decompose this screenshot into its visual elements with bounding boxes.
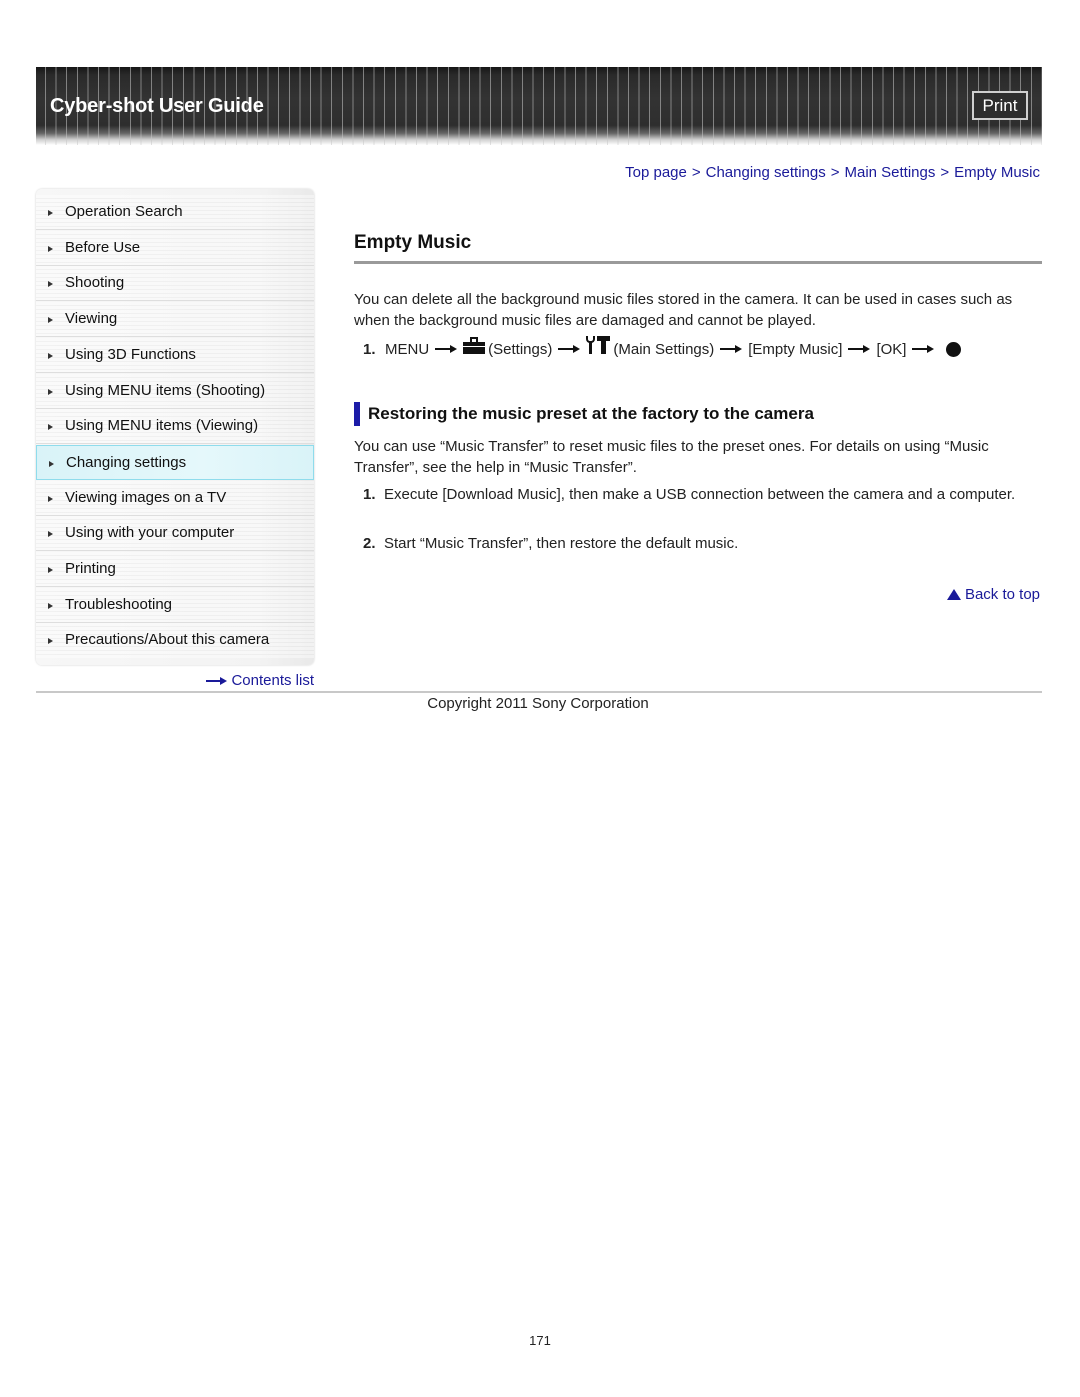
sidebar-item-label: Shooting: [65, 274, 125, 291]
breadcrumb-empty-music[interactable]: Empty Music: [954, 164, 1040, 181]
list-number: 2.: [363, 535, 376, 552]
arrow-right-icon: [558, 344, 581, 354]
sidebar-item-viewing-on-tv[interactable]: Viewing images on a TV: [36, 481, 314, 516]
main-settings-label: (Main Settings): [613, 340, 715, 358]
sidebar-item-viewing[interactable]: Viewing: [36, 302, 314, 337]
copyright: Copyright 2011 Sony Corporation: [427, 695, 649, 712]
triangle-right-icon: [48, 531, 53, 537]
list-number: 1.: [363, 486, 376, 503]
header-banner: Cyber-shot User Guide Print: [36, 67, 1042, 145]
sidebar-item-before-use[interactable]: Before Use: [36, 231, 314, 266]
arrow-right-icon: [435, 344, 458, 354]
arrow-right-icon: [912, 344, 935, 354]
intro-paragraph: You can delete all the background music …: [354, 291, 1013, 329]
menu-step: 1. MENU (Settings) (Main Settings) [Empt…: [363, 336, 962, 358]
sidebar-item-shooting[interactable]: Shooting: [36, 266, 314, 301]
heading-bar-decoration: [354, 402, 360, 426]
sidebar-item-label: Viewing: [65, 310, 118, 327]
list-item: 2. Start “Music Transfer”, then restore …: [363, 533, 1023, 554]
triangle-right-icon: [48, 638, 53, 644]
settings-toolbox-icon: [463, 336, 486, 354]
breadcrumb-separator: >: [830, 164, 840, 181]
breadcrumb-separator: >: [940, 164, 950, 181]
sidebar-item-printing[interactable]: Printing: [36, 552, 314, 587]
sidebar-item-precautions[interactable]: Precautions/About this camera: [36, 623, 314, 658]
sidebar-item-label: Printing: [65, 560, 116, 577]
triangle-right-icon: [48, 246, 53, 252]
contents-list-label: Contents list: [231, 672, 314, 689]
sidebar-item-label: Before Use: [65, 239, 141, 256]
triangle-right-icon: [48, 424, 53, 430]
sidebar-item-menu-viewing[interactable]: Using MENU items (Viewing): [36, 409, 314, 444]
settings-label: (Settings): [488, 340, 553, 358]
back-to-top-link[interactable]: Back to top: [946, 586, 1040, 603]
main-content: Empty Music You can delete all the backg…: [354, 230, 1042, 552]
page-number: 171: [529, 1333, 551, 1348]
sidebar-item-using-3d-functions[interactable]: Using 3D Functions: [36, 338, 314, 373]
list-item: 1. Execute [Download Music], then make a…: [363, 484, 1023, 505]
breadcrumb-changing-settings[interactable]: Changing settings: [706, 164, 826, 181]
guide-title: Cyber-shot User Guide: [50, 95, 264, 117]
center-button-dot-icon: [946, 341, 962, 357]
page-title: Empty Music: [354, 232, 472, 253]
breadcrumb: Top page > Changing settings > Main Settings…: [625, 164, 1040, 181]
sidebar-item-label: Using MENU items (Shooting): [65, 382, 266, 399]
arrow-right-icon: [848, 344, 871, 354]
breadcrumb-main-settings[interactable]: Main Settings: [844, 164, 935, 181]
triangle-right-icon: [48, 603, 53, 609]
sidebar-item-operation-search[interactable]: Operation Search: [36, 195, 314, 230]
sidebar-item-menu-shooting[interactable]: Using MENU items (Shooting): [36, 374, 314, 409]
triangle-right-icon: [48, 317, 53, 323]
sidebar-nav: Operation Search Before Use Shooting Vie…: [36, 189, 314, 665]
triangle-right-icon: [48, 353, 53, 359]
sidebar-item-label: Viewing images on a TV: [65, 489, 227, 506]
main-settings-tools-icon: [586, 336, 611, 354]
sidebar-item-label: Using MENU items (Viewing): [65, 417, 259, 434]
menu-label: MENU: [385, 340, 430, 358]
footer-divider: [36, 691, 1042, 693]
ok-label: [OK]: [876, 340, 907, 358]
back-to-top-label: Back to top: [964, 586, 1040, 603]
list-text: Execute [Download Music], then make a US…: [384, 486, 1016, 503]
step-number: 1.: [363, 340, 376, 358]
arrow-right-icon: [206, 676, 228, 686]
breadcrumb-separator: >: [691, 164, 701, 181]
sidebar-item-label: Using with your computer: [65, 524, 235, 541]
empty-music-label: [Empty Music]: [748, 340, 843, 358]
sidebar-item-label: Using 3D Functions: [65, 346, 196, 363]
sidebar-item-label: Operation Search: [65, 203, 183, 220]
triangle-right-icon: [48, 281, 53, 287]
sidebar-item-changing-settings[interactable]: Changing settings: [36, 445, 314, 480]
section-heading: Restoring the music preset at the factor…: [354, 402, 814, 426]
triangle-right-icon: [48, 567, 53, 573]
arrow-right-icon: [720, 344, 743, 354]
sidebar-item-using-with-computer[interactable]: Using with your computer: [36, 516, 314, 551]
triangle-up-icon: [946, 589, 961, 600]
list-text: Start “Music Transfer”, then restore the…: [384, 535, 739, 552]
sidebar-item-label: Changing settings: [66, 454, 187, 471]
contents-list-link[interactable]: Contents list: [206, 672, 314, 689]
sidebar-item-troubleshooting[interactable]: Troubleshooting: [36, 588, 314, 623]
section-paragraph: You can use “Music Transfer” to reset mu…: [354, 438, 989, 476]
print-button[interactable]: Print: [972, 91, 1028, 120]
triangle-right-icon: [48, 389, 53, 395]
title-divider: [354, 261, 1042, 264]
section-heading-text: Restoring the music preset at the factor…: [368, 404, 814, 423]
triangle-right-icon: [49, 461, 54, 467]
triangle-right-icon: [48, 210, 53, 216]
breadcrumb-top-page[interactable]: Top page: [625, 164, 687, 181]
triangle-right-icon: [48, 496, 53, 502]
sidebar-item-label: Troubleshooting: [65, 596, 173, 613]
sidebar-item-label: Precautions/About this camera: [65, 631, 270, 648]
